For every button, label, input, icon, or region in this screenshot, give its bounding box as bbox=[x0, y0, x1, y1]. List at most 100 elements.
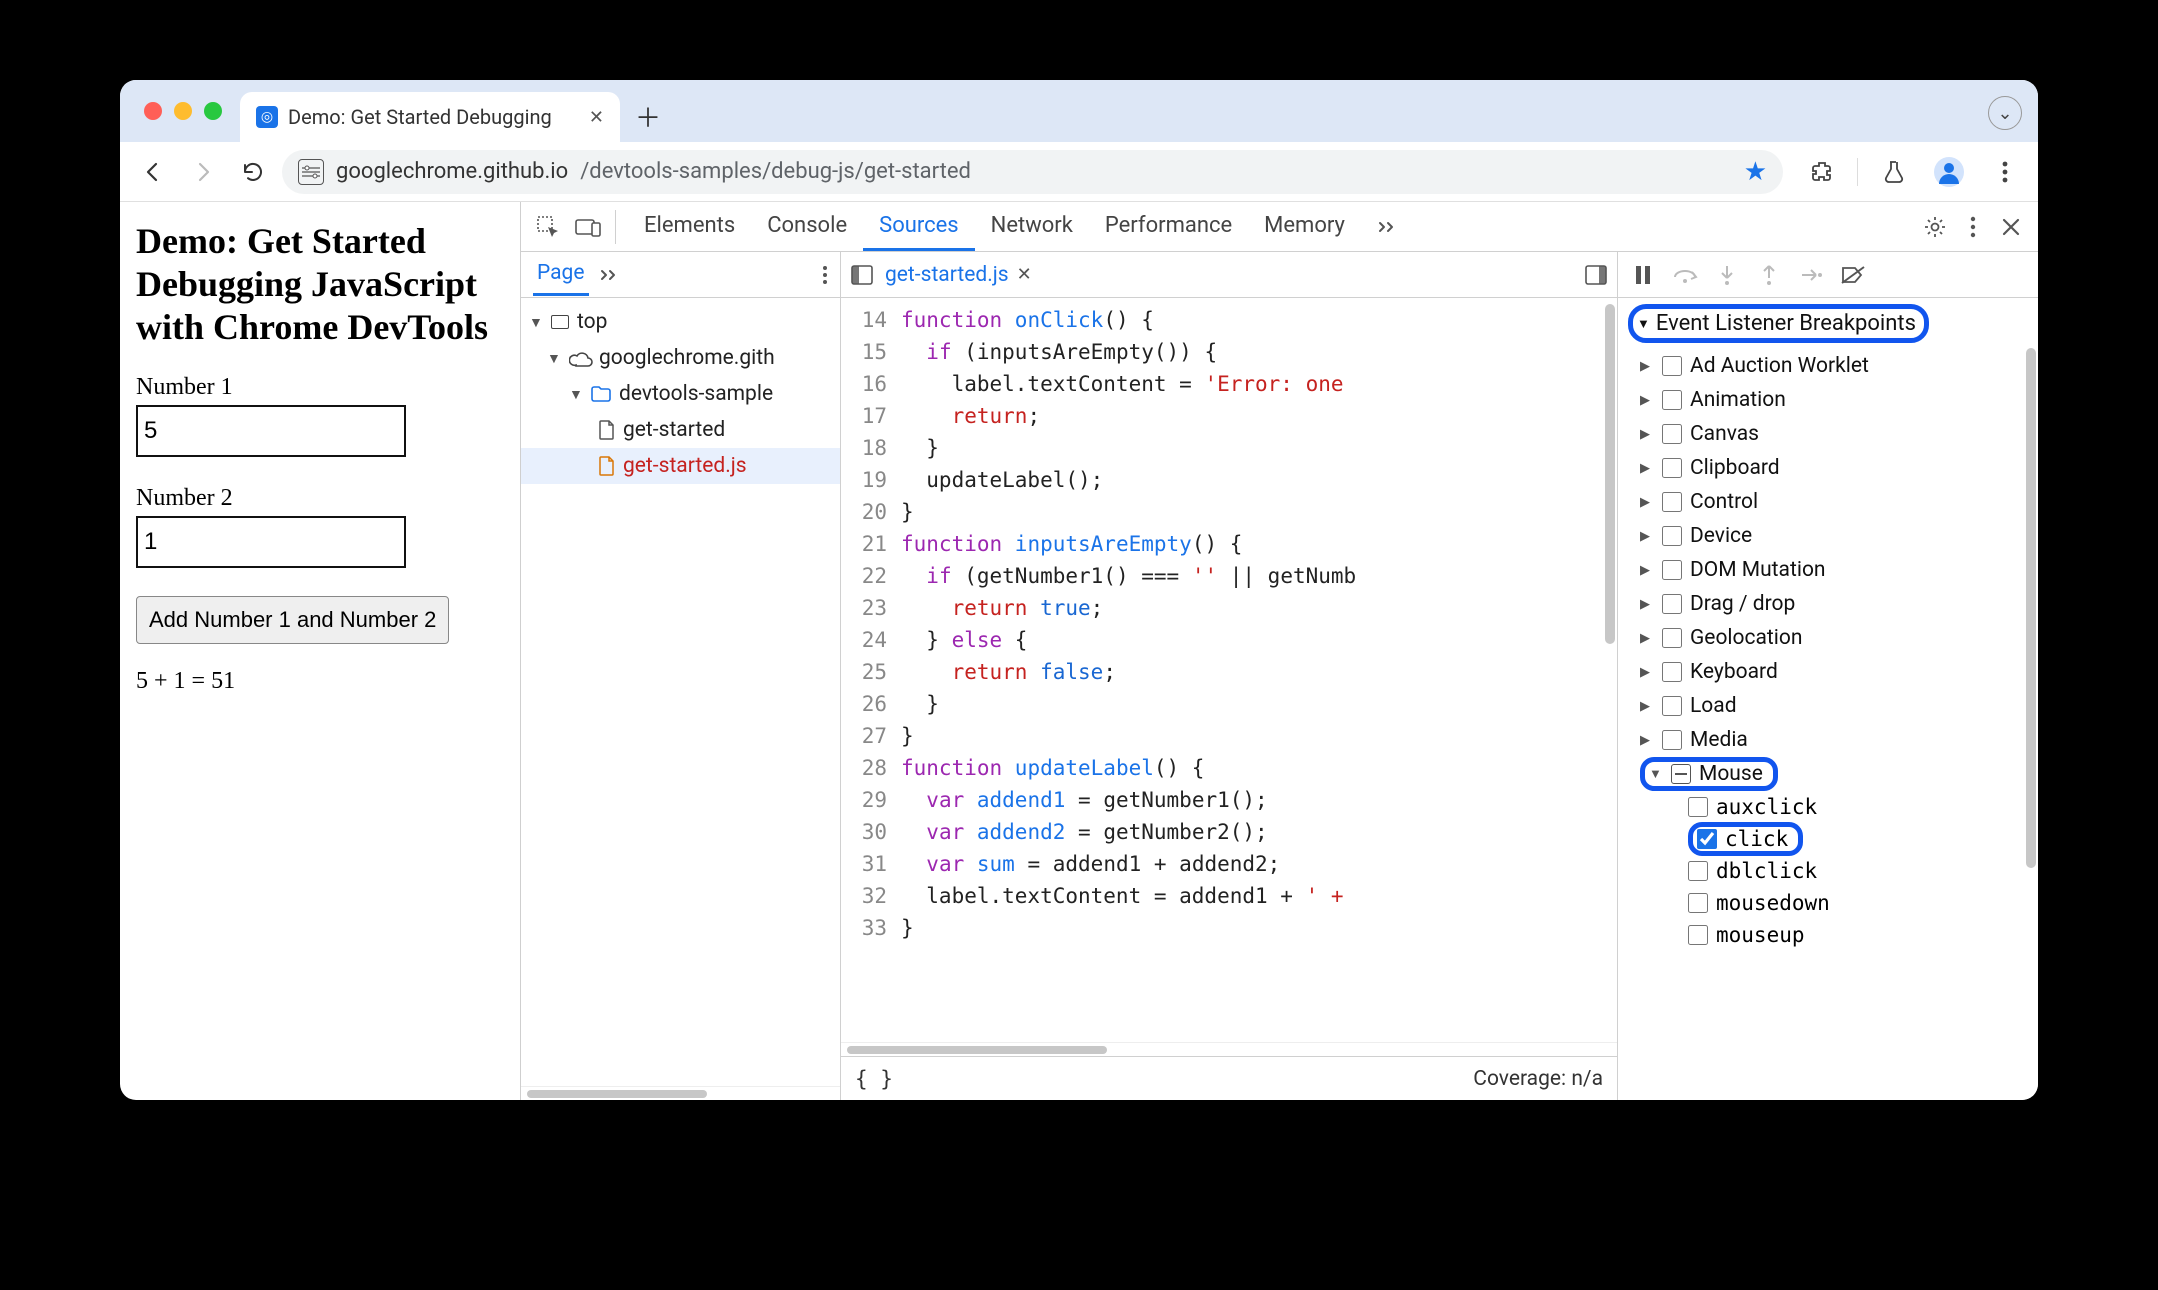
event-type-auxclick[interactable]: auxclick bbox=[1618, 791, 2038, 823]
category-checkbox[interactable] bbox=[1662, 526, 1682, 546]
category-checkbox[interactable] bbox=[1662, 628, 1682, 648]
category-checkbox[interactable] bbox=[1662, 730, 1682, 750]
bookmark-star-icon[interactable]: ★ bbox=[1744, 157, 1767, 187]
event-checkbox[interactable] bbox=[1688, 861, 1708, 881]
editor-body[interactable]: 1415161718192021222324252627282930313233… bbox=[841, 298, 1617, 1042]
step-over-icon[interactable] bbox=[1672, 262, 1698, 288]
toggle-debugger-icon[interactable] bbox=[1585, 265, 1607, 285]
category-checkbox[interactable] bbox=[1662, 390, 1682, 410]
debugger-sidebar: ▼ Event Listener Breakpoints ▶Ad Auction… bbox=[1618, 252, 2038, 1100]
input-number1[interactable] bbox=[136, 405, 406, 457]
editor-vscrollbar[interactable] bbox=[1603, 298, 1617, 1042]
site-settings-icon[interactable] bbox=[298, 159, 324, 185]
category-checkbox[interactable] bbox=[1662, 560, 1682, 580]
reload-button[interactable] bbox=[232, 151, 274, 193]
toggle-navigator-icon[interactable] bbox=[851, 265, 873, 285]
event-category-media[interactable]: ▶Media bbox=[1618, 723, 2038, 757]
devtools-tab-performance[interactable]: Performance bbox=[1089, 203, 1248, 251]
devtools-menu-icon[interactable] bbox=[1956, 210, 1990, 244]
category-checkbox[interactable] bbox=[1662, 458, 1682, 478]
input-number2[interactable] bbox=[136, 516, 406, 568]
event-checkbox[interactable] bbox=[1688, 797, 1708, 817]
navigator-tab-page[interactable]: Page bbox=[533, 253, 589, 296]
tree-top-frame[interactable]: ▼ top bbox=[521, 304, 840, 340]
browser-tab[interactable]: ◎ Demo: Get Started Debugging ✕ bbox=[240, 92, 620, 142]
devtools-tab-network[interactable]: Network bbox=[975, 203, 1089, 251]
editor-hscrollbar[interactable] bbox=[841, 1042, 1617, 1056]
event-checkbox[interactable] bbox=[1688, 893, 1708, 913]
event-breakpoints-header[interactable]: ▼ Event Listener Breakpoints bbox=[1618, 298, 2038, 349]
event-checkbox[interactable] bbox=[1697, 829, 1717, 849]
event-category-load[interactable]: ▶Load bbox=[1618, 689, 2038, 723]
event-category-clipboard[interactable]: ▶Clipboard bbox=[1618, 451, 2038, 485]
window-minimize-button[interactable] bbox=[174, 102, 192, 120]
tree-folder[interactable]: ▼ devtools-sample bbox=[521, 376, 840, 412]
file-tree[interactable]: ▼ top ▼ googlechrome.gith ▼ bbox=[521, 298, 840, 1086]
event-category-drag-drop[interactable]: ▶Drag / drop bbox=[1618, 587, 2038, 621]
event-category-animation[interactable]: ▶Animation bbox=[1618, 383, 2038, 417]
event-category-geolocation[interactable]: ▶Geolocation bbox=[1618, 621, 2038, 655]
devtools-tab-sources[interactable]: Sources bbox=[863, 203, 975, 251]
extensions-icon[interactable] bbox=[1801, 151, 1843, 193]
devtools-overflow-icon[interactable] bbox=[1371, 210, 1405, 244]
category-checkbox[interactable] bbox=[1662, 696, 1682, 716]
line-gutter: 1415161718192021222324252627282930313233 bbox=[841, 298, 895, 1042]
navigator-more-icon[interactable] bbox=[822, 265, 828, 285]
category-checkbox[interactable] bbox=[1662, 492, 1682, 512]
event-category-canvas[interactable]: ▶Canvas bbox=[1618, 417, 2038, 451]
pause-icon[interactable] bbox=[1630, 262, 1656, 288]
event-category-keyboard[interactable]: ▶Keyboard bbox=[1618, 655, 2038, 689]
event-category-device[interactable]: ▶Device bbox=[1618, 519, 2038, 553]
editor-footer: { } Coverage: n/a bbox=[841, 1056, 1617, 1100]
navigator-scrollbar[interactable] bbox=[521, 1086, 840, 1100]
category-checkbox[interactable] bbox=[1662, 356, 1682, 376]
pretty-print-icon[interactable]: { } bbox=[855, 1067, 893, 1091]
category-checkbox[interactable] bbox=[1662, 424, 1682, 444]
event-type-click[interactable]: click bbox=[1618, 823, 2038, 855]
checkbox-indeterminate[interactable] bbox=[1671, 764, 1691, 784]
event-category-ad-auction-worklet[interactable]: ▶Ad Auction Worklet bbox=[1618, 349, 2038, 383]
devtools-tab-memory[interactable]: Memory bbox=[1248, 203, 1361, 251]
back-button[interactable] bbox=[132, 151, 174, 193]
cloud-icon bbox=[569, 351, 591, 365]
event-type-dblclick[interactable]: dblclick bbox=[1618, 855, 2038, 887]
window-close-button[interactable] bbox=[144, 102, 162, 120]
forward-button[interactable] bbox=[182, 151, 224, 193]
event-category-dom-mutation[interactable]: ▶DOM Mutation bbox=[1618, 553, 2038, 587]
new-tab-button[interactable]: ＋ bbox=[628, 96, 668, 136]
step-into-icon[interactable] bbox=[1714, 262, 1740, 288]
event-type-mousedown[interactable]: mousedown bbox=[1618, 887, 2038, 919]
close-file-icon[interactable]: ✕ bbox=[1017, 264, 1032, 285]
event-category-control[interactable]: ▶Control bbox=[1618, 485, 2038, 519]
devtools-tab-elements[interactable]: Elements bbox=[628, 203, 751, 251]
step-out-icon[interactable] bbox=[1756, 262, 1782, 288]
devtools-close-icon[interactable] bbox=[1994, 210, 2028, 244]
add-button[interactable]: Add Number 1 and Number 2 bbox=[136, 596, 449, 644]
event-category-mouse[interactable]: ▼Mouse bbox=[1618, 757, 2038, 791]
event-checkbox[interactable] bbox=[1688, 925, 1708, 945]
code-content[interactable]: function onClick() { if (inputsAreEmpty(… bbox=[895, 298, 1617, 1042]
inspect-element-icon[interactable] bbox=[531, 210, 565, 244]
profile-avatar[interactable] bbox=[1928, 151, 1970, 193]
labs-icon[interactable] bbox=[1872, 151, 1914, 193]
category-checkbox[interactable] bbox=[1662, 662, 1682, 682]
debugger-vscrollbar[interactable] bbox=[2026, 348, 2036, 868]
tree-origin[interactable]: ▼ googlechrome.gith bbox=[521, 340, 840, 376]
tab-close-icon[interactable]: ✕ bbox=[589, 107, 604, 128]
tree-file-js[interactable]: get-started.js bbox=[521, 448, 840, 484]
category-checkbox[interactable] bbox=[1662, 594, 1682, 614]
devtools-tab-console[interactable]: Console bbox=[751, 203, 863, 251]
step-icon[interactable] bbox=[1798, 262, 1824, 288]
navigator-overflow-icon[interactable] bbox=[599, 268, 621, 282]
omnibox[interactable]: googlechrome.github.io/devtools-samples/… bbox=[282, 150, 1783, 194]
event-type-mouseup[interactable]: mouseup bbox=[1618, 919, 2038, 951]
tab-search-button[interactable]: ⌄ bbox=[1988, 96, 2022, 130]
device-toolbar-icon[interactable] bbox=[571, 210, 605, 244]
devtools-settings-icon[interactable] bbox=[1918, 210, 1952, 244]
window-zoom-button[interactable] bbox=[204, 102, 222, 120]
editor-file-tab[interactable]: get-started.js ✕ bbox=[881, 257, 1036, 293]
tree-file-html[interactable]: get-started bbox=[521, 412, 840, 448]
browser-menu-icon[interactable] bbox=[1984, 151, 2026, 193]
sources-navigator: Page ▼ top bbox=[521, 252, 841, 1100]
deactivate-breakpoints-icon[interactable] bbox=[1840, 262, 1866, 288]
